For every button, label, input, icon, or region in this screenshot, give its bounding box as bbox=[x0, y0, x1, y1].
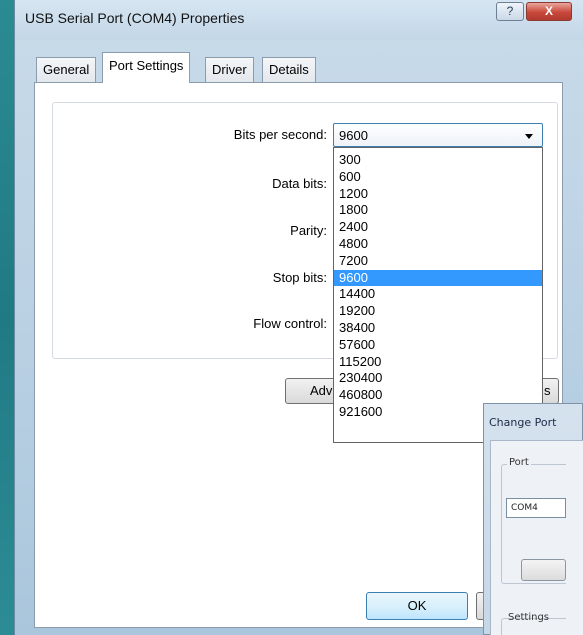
dropdown-option-600[interactable]: 600 bbox=[334, 169, 542, 186]
port-group-label: Port bbox=[507, 457, 531, 468]
close-icon: X bbox=[544, 4, 553, 18]
chevron-down-icon[interactable] bbox=[525, 134, 533, 139]
dropdown-option-2400[interactable]: 2400 bbox=[334, 219, 542, 236]
stop-bits-label: Stop bits: bbox=[272, 270, 327, 285]
help-icon: ? bbox=[506, 4, 514, 18]
title-bar[interactable]: USB Serial Port (COM4) Properties ? X bbox=[15, 0, 583, 40]
help-button[interactable]: ? bbox=[496, 2, 524, 21]
dropdown-option-14400[interactable]: 14400 bbox=[334, 286, 542, 303]
dropdown-option-1200[interactable]: 1200 bbox=[334, 186, 542, 203]
dropdown-option-7200[interactable]: 7200 bbox=[334, 253, 542, 270]
dropdown-option-57600[interactable]: 57600 bbox=[334, 337, 542, 354]
tab-details[interactable]: Details bbox=[262, 57, 316, 82]
dropdown-option-1800[interactable]: 1800 bbox=[334, 202, 542, 219]
dropdown-option-19200[interactable]: 19200 bbox=[334, 303, 542, 320]
port-select[interactable]: COM4 bbox=[506, 498, 566, 518]
change-port-title: Change Port bbox=[489, 416, 557, 429]
restore-defaults-label-tail: s bbox=[544, 383, 551, 398]
dropdown-option-230400[interactable]: 230400 bbox=[334, 370, 542, 387]
tab-general[interactable]: General bbox=[36, 57, 97, 82]
bits-per-second-value: 9600 bbox=[339, 128, 368, 143]
window-title: USB Serial Port (COM4) Properties bbox=[25, 10, 245, 26]
dropdown-option-300[interactable]: 300 bbox=[334, 152, 542, 169]
ok-button-label: OK bbox=[407, 598, 427, 613]
dropdown-option-9600[interactable]: 9600 bbox=[334, 269, 542, 287]
parity-label: Parity: bbox=[290, 223, 327, 238]
port-select-value: COM4 bbox=[511, 503, 538, 513]
tab-label: General bbox=[43, 62, 90, 77]
advanced-button-label: Adv bbox=[310, 383, 333, 398]
tab-port-settings[interactable]: Port Settings bbox=[102, 52, 191, 83]
data-bits-label: Data bits: bbox=[272, 176, 327, 191]
tab-label: Port Settings bbox=[109, 58, 184, 73]
tab-label: Details bbox=[269, 62, 309, 77]
dropdown-option-115200[interactable]: 115200 bbox=[334, 354, 542, 371]
tab-label: Driver bbox=[212, 62, 247, 77]
flow-control-label: Flow control: bbox=[253, 316, 327, 331]
close-button[interactable]: X bbox=[526, 2, 572, 21]
port-small-button[interactable] bbox=[521, 559, 566, 581]
dropdown-option-4800[interactable]: 4800 bbox=[334, 236, 542, 253]
dropdown-option-38400[interactable]: 38400 bbox=[334, 320, 542, 337]
dropdown-option-460800[interactable]: 460800 bbox=[334, 387, 542, 404]
bits-per-second-dropdown[interactable]: 300 600 1200 1800 2400 4800 7200 9600 14400 19200… bbox=[333, 147, 543, 443]
bits-per-second-select[interactable]: 9600 bbox=[333, 123, 543, 147]
ok-button[interactable]: OK bbox=[366, 592, 468, 620]
bits-per-second-label: Bits per second: bbox=[233, 127, 327, 142]
settings-group-label: Settings bbox=[508, 612, 550, 623]
tab-driver[interactable]: Driver bbox=[205, 57, 254, 82]
